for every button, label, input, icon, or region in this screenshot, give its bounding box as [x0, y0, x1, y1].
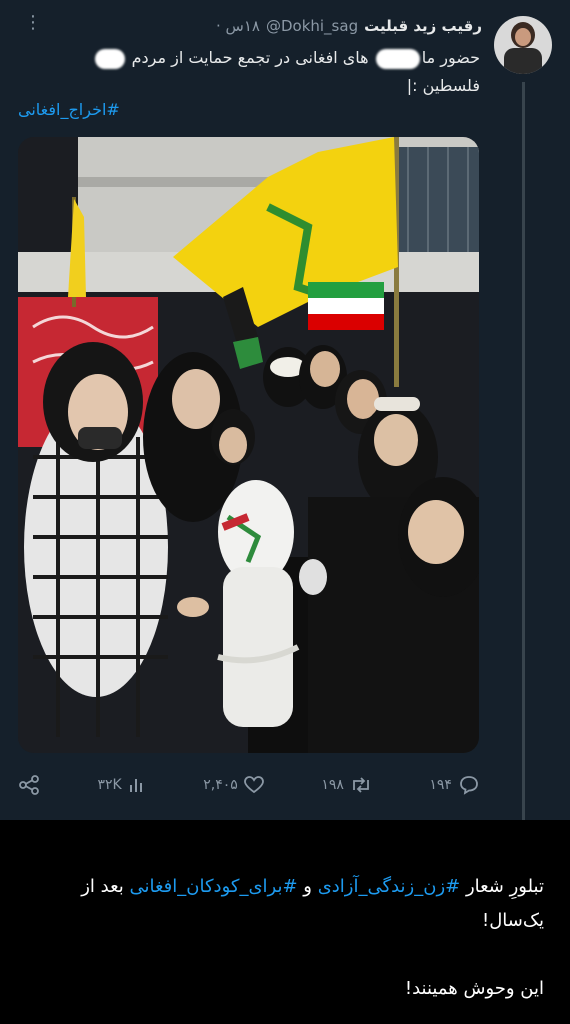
- share-button[interactable]: [18, 774, 40, 796]
- caption-hashtag-2[interactable]: #برای_کودکان_افغانی: [130, 876, 298, 897]
- tweet-text: حضور ما های افغانی در تجمع حمایت از مردم…: [18, 44, 480, 100]
- caption-line-2: این وحوش همینند!: [404, 978, 544, 999]
- more-options-icon[interactable]: ⋮: [24, 14, 42, 32]
- thread-line: [522, 82, 525, 820]
- avatar[interactable]: [494, 16, 552, 74]
- action-bar: ۳۲K ۲,۴۰۵ ۱۹۸ ۱۹۴: [18, 770, 480, 800]
- replies-count: ۱۹۴: [429, 777, 452, 793]
- views-button[interactable]: ۳۲K: [98, 776, 146, 794]
- tweet-text-part3: فلسطین :|: [406, 76, 480, 95]
- timestamp[interactable]: ۱۸س ·: [216, 17, 260, 35]
- like-button[interactable]: ۲,۴۰۵: [203, 776, 264, 794]
- views-count: ۳۲K: [97, 777, 122, 793]
- display-name[interactable]: رقیب زید قبلیت: [364, 17, 482, 35]
- reply-button[interactable]: ۱۹۴: [429, 775, 480, 795]
- hashtag-text[interactable]: #اخراج_افغانی: [18, 100, 120, 119]
- photo-illustration: [18, 137, 479, 753]
- likes-count: ۲,۴۰۵: [203, 777, 238, 793]
- analytics-icon: [129, 779, 142, 792]
- tweet-header: رقیب زید قبلیت @Dokhi_sag ۱۸س ·: [20, 14, 482, 38]
- tweet-photo[interactable]: [18, 137, 479, 753]
- retweet-button[interactable]: ۱۹۸: [321, 776, 372, 794]
- avatar-body: [504, 48, 542, 74]
- tweet-text-part2: های افغانی در تجمع حمایت از مردم: [126, 48, 374, 67]
- tweet-card[interactable]: رقیب زید قبلیت @Dokhi_sag ۱۸س · ⋮ حضور م…: [0, 0, 570, 820]
- caption-hashtag-1[interactable]: #زن_زندگی_آزادی: [318, 876, 461, 897]
- tweet-text-part1: حضور ما: [421, 48, 480, 67]
- caption-segment: تبلورِ شعار: [460, 876, 544, 897]
- caption-text: تبلورِ شعار #زن_زندگی_آزادی و #برای_کودک…: [30, 870, 544, 1006]
- censor-blur: [375, 48, 420, 69]
- user-handle[interactable]: @Dokhi_sag: [266, 17, 358, 35]
- caption-segment: و: [297, 876, 318, 897]
- retweets-count: ۱۹۸: [321, 777, 344, 793]
- share-icon: [19, 775, 39, 795]
- heart-icon: [243, 776, 264, 794]
- avatar-face: [515, 28, 531, 46]
- censor-blur: [94, 48, 125, 69]
- retweet-icon: [352, 777, 369, 793]
- reply-icon: [460, 776, 478, 795]
- hashtag-link[interactable]: #اخراج_افغانی: [18, 100, 480, 119]
